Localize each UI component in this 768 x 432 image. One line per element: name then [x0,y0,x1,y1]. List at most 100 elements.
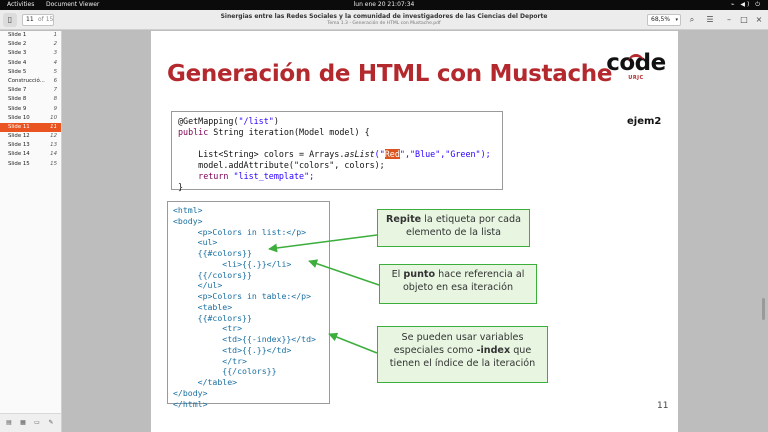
sidebar-item-label: Slide 12 [8,133,30,140]
slide-page-number: 11 [657,401,669,411]
code-line: @GetMapping("/list") [178,116,279,126]
template-code-line: </html> [173,398,208,409]
template-code-line: <ul> [173,237,218,248]
code-line: model.addAttribute("colors", colors); [178,160,385,170]
sidebar-item-page-number: 10 [50,114,57,121]
sidebar-item-slide-4[interactable]: Slide 4 4 [0,59,61,68]
callout-dot: El punto hace referencia al objeto en es… [379,264,537,304]
search-icon[interactable]: ⌕ [685,13,699,27]
close-icon[interactable]: × [752,13,766,27]
sidebar-item-slide-9[interactable]: Slide 9 9 [0,105,61,114]
sidebar-item-label: Slide 5 [8,68,27,75]
sidebar-item-slide-15[interactable]: Slide 15 15 [0,160,61,169]
code-line: } [178,182,184,192]
sidebar-item-page-number: 9 [53,105,57,112]
system-tray[interactable]: ⌁ ◀) ⏻ [731,1,762,9]
red-highlight: Red [384,149,400,159]
template-code-line: </body> [173,387,208,398]
minimize-icon[interactable]: – [722,13,736,27]
document-title: Sinergias entre las Redes Sociales y la … [220,13,548,20]
code-urjc-logo: code URJC [606,51,666,81]
callout-index: Se pueden usar variables especiales como… [377,326,548,383]
sidebar-item-page-number: 1 [53,32,57,38]
template-code-line: {{#colors}} [173,248,252,258]
sidebar-item-slide-8[interactable]: Slide 8 8 [0,95,61,104]
sidebar-item-page-number: 15 [50,160,57,167]
example-label: ejem2 [627,116,662,127]
sidebar-mode-bar: ▤ ▦ ▭ ✎ [0,413,62,432]
callout-repeat: Repite la etiqueta por cada elemento de … [377,209,530,247]
vertical-scrollbar[interactable] [762,298,765,320]
sidebar-item-slide-7[interactable]: Slide 7 7 [0,86,61,95]
page-count-label: of 15 [38,16,54,23]
sidebar-item-label: Slide 2 [8,41,27,48]
sidebar-item-label: Slide 10 [8,114,30,121]
template-code-line: {{/colors}} [173,269,252,280]
sidebar-item-label: Slide 3 [8,50,27,57]
sidebar-item-page-number: 2 [53,41,57,48]
sidebar-item-page-number: 14 [50,151,57,158]
chevron-down-icon: ▾ [675,17,678,23]
clock[interactable]: lun ene 20 21:07:34 [0,1,768,8]
sidebar-item-page-number: 4 [53,59,57,66]
sidebar-item-slide-3[interactable]: Slide 3 3 [0,49,61,58]
template-code-line: {{#colors}} [173,312,252,323]
template-code-line: <td>{{.}}</td> [173,344,292,355]
slide-title: Generación de HTML con Mustache [167,61,613,87]
template-code-line: </tr> [173,355,247,366]
zoom-value: 68,5% [651,16,671,23]
sidebar-item-label: Slide 15 [8,160,30,167]
zoom-select[interactable]: 68,5% ▾ [647,14,681,26]
arrow-index [328,332,378,354]
attachments-icon[interactable]: ▭ [32,418,42,427]
sidebar-item-page-number: 7 [53,87,57,94]
thumbnails-icon[interactable]: ▤ [4,418,14,427]
sidebar-item-page-number: 13 [50,142,57,149]
sidebar-item-page-number: 3 [53,50,57,57]
code-line: List<String> colors = Arrays.asList("Red… [178,149,491,159]
sidebar-item-label: Slide 4 [8,59,27,66]
template-code-line: <body> [173,215,203,226]
template-code-line: <li>{{.}}</li> [173,258,292,269]
java-code-block: @GetMapping("/list") public String iterat… [171,111,503,192]
sidebar-item-slide-14[interactable]: Slide 14 14 [0,150,61,159]
sidebar-item-label: Slide 13 [8,142,30,149]
system-top-bar: Activities Document Viewer lun ene 20 21… [0,0,768,10]
outline-icon[interactable]: ▦ [18,418,28,427]
outline-list: Slide 1 1 Slide 2 2 Slide 3 3 Slide 4 4 Slide 55… [0,31,61,169]
header-bar: ▯ 11 of 15 Sinergias entre las Redes Soc… [0,10,768,30]
sidebar-item-slide-13[interactable]: Slide 13 13 [0,141,61,150]
sidebar-item-slide-2[interactable]: Slide 2 2 [0,40,61,49]
sidebar-toggle-icon[interactable]: ▯ [3,13,17,27]
sidebar-item-slide-10[interactable]: Slide 10 10 [0,114,61,123]
sidebar-item-slide-6[interactable]: Construcció... 6 [0,77,61,86]
slide-page: Generación de HTML con Mustache code URJ… [151,31,678,432]
code-line: public String iteration(Model model) { [178,127,370,137]
template-code-line: {{/colors}} [173,366,277,377]
sidebar-item-slide-11[interactable]: Slide 11 11 [0,122,61,133]
hamburger-menu-icon[interactable]: ☰ [703,13,717,27]
template-code-line: <td>{{-index}}</td> [173,334,316,344]
template-code-line: <html> [173,205,203,215]
annotations-icon[interactable]: ✎ [46,418,56,427]
sidebar-item-page-number: 6 [53,77,57,84]
html-template-code-block: <html> <body> <p>Colors in list:</p> <ul>… [167,201,330,409]
sidebar-item-label: Slide 8 [8,96,27,103]
template-code-line: <p>Colors in table:</p> [173,291,312,301]
sidebar-item-page-number: 11 [50,123,57,130]
template-code-line: <table> [173,301,233,312]
sidebar-item-label: Slide 9 [8,105,27,112]
sidebar-item-label: Slide 1 [8,32,27,38]
sidebar-item-slide-5[interactable]: Slide 5 5 [0,68,61,77]
code-line: return "list_template"; [198,171,315,181]
outline-sidebar: Slide 1 1 Slide 2 2 Slide 3 3 Slide 4 4 Slide 55… [0,31,62,413]
maximize-icon[interactable]: □ [737,13,751,27]
sidebar-item-page-number: 12 [50,133,57,140]
sidebar-item-slide-12[interactable]: Slide 12 12 [0,132,61,141]
sidebar-item-page-number: 8 [53,96,57,103]
sidebar-item-slide-1[interactable]: Slide 1 1 [0,31,61,40]
sidebar-item-label: Slide 7 [8,87,27,94]
template-code-line: <tr> [173,323,243,334]
template-code-line: </ul> [173,280,223,291]
